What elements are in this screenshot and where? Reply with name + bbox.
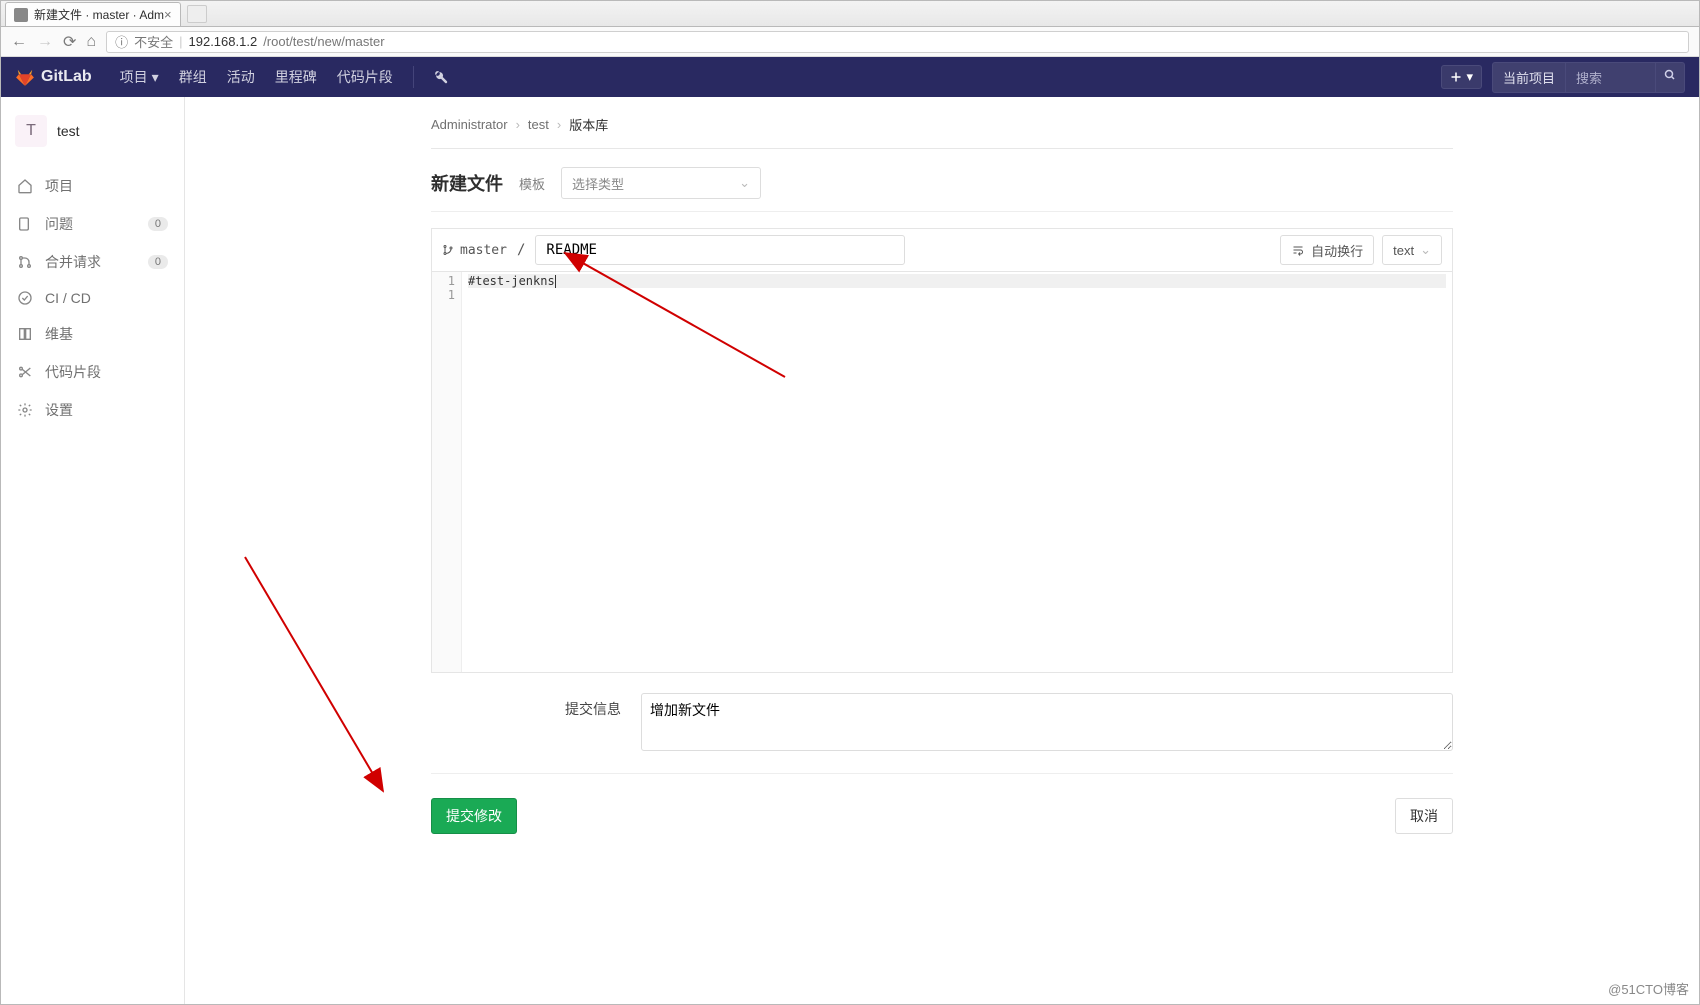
- breadcrumb-item[interactable]: Administrator: [431, 117, 508, 132]
- editor-gutter: 11: [432, 272, 462, 672]
- gitlab-logo[interactable]: GitLab: [15, 67, 92, 87]
- nav-groups[interactable]: 群组: [169, 57, 217, 97]
- tab-title: 新建文件 · master · Adm: [34, 6, 164, 23]
- sidebar-item-label: 项目: [45, 176, 73, 196]
- mr-count-badge: 0: [148, 255, 168, 269]
- text-cursor: [555, 275, 556, 288]
- nav-activity[interactable]: 活动: [217, 57, 265, 97]
- browser-address-bar: ← → ⟳ ⌂ ⓘ 不安全 | 192.168.1.2/root/test/ne…: [1, 27, 1699, 57]
- page-title: 新建文件: [431, 170, 503, 196]
- branch-indicator: master: [442, 243, 507, 258]
- breadcrumb-current: 版本库: [569, 115, 608, 134]
- issues-count-badge: 0: [148, 217, 168, 231]
- template-select[interactable]: 选择类型 ⌄: [561, 167, 761, 199]
- sidebar-item-label: 问题: [45, 214, 73, 234]
- lang-select-button[interactable]: text ⌄: [1382, 235, 1442, 265]
- project-avatar: T: [15, 115, 47, 147]
- plus-icon: [1450, 71, 1462, 83]
- forward-icon[interactable]: →: [37, 33, 53, 51]
- chevron-down-icon: ▾: [152, 69, 159, 86]
- nav-snippets[interactable]: 代码片段: [327, 57, 403, 97]
- merge-icon: [17, 254, 33, 270]
- brand-text: GitLab: [41, 68, 92, 86]
- home-icon[interactable]: ⌂: [86, 33, 96, 51]
- chevron-down-icon: ▾: [1466, 69, 1473, 85]
- security-label: 不安全: [134, 32, 173, 51]
- url-path: /root/test/new/master: [263, 34, 384, 49]
- commit-message-input[interactable]: [641, 693, 1453, 751]
- sidebar-item-label: 合并请求: [45, 252, 101, 272]
- sidebar-item-label: 代码片段: [45, 362, 101, 382]
- project-name: test: [57, 123, 80, 139]
- breadcrumb: Administrator › test › 版本库: [431, 115, 1453, 149]
- browser-tab-strip: 新建文件 · master · Adm ×: [1, 1, 1699, 27]
- nav-projects[interactable]: 项目▾: [110, 57, 169, 97]
- chevron-down-icon: ⌄: [739, 175, 750, 191]
- nav-admin-icon[interactable]: [424, 57, 458, 97]
- scissors-icon: [17, 364, 33, 380]
- browser-tab[interactable]: 新建文件 · master · Adm ×: [5, 2, 181, 26]
- gear-icon: [17, 402, 33, 418]
- book-icon: [17, 326, 33, 342]
- wrench-icon: [434, 70, 448, 84]
- url-input[interactable]: ⓘ 不安全 | 192.168.1.2/root/test/new/master: [106, 31, 1689, 53]
- tab-favicon-icon: [14, 8, 28, 22]
- sidebar-item-merge-requests[interactable]: 合并请求 0: [1, 243, 184, 281]
- sidebar-item-snippets[interactable]: 代码片段: [1, 353, 184, 391]
- search-icon[interactable]: [1656, 62, 1685, 93]
- watermark: @51CTO博客: [1608, 979, 1689, 998]
- soft-wrap-button[interactable]: 自动换行: [1280, 235, 1374, 265]
- file-editor: master / 自动换行 text ⌄: [431, 228, 1453, 673]
- submit-button[interactable]: 提交修改: [431, 798, 517, 834]
- sidebar-project-header[interactable]: T test: [1, 107, 184, 161]
- main-content: Administrator › test › 版本库 新建文件 模板 选择类型 …: [417, 97, 1467, 854]
- reload-icon[interactable]: ⟳: [63, 32, 76, 52]
- sidebar-item-label: 维基: [45, 324, 73, 344]
- nav-milestones[interactable]: 里程碑: [265, 57, 327, 97]
- current-project-label[interactable]: 当前项目: [1492, 62, 1566, 93]
- new-dropdown-button[interactable]: ▾: [1441, 65, 1482, 89]
- url-host: 192.168.1.2: [189, 34, 258, 49]
- sidebar-item-label: CI / CD: [45, 290, 91, 306]
- sidebar-item-settings[interactable]: 设置: [1, 391, 184, 429]
- breadcrumb-item[interactable]: test: [528, 117, 549, 132]
- new-tab-button[interactable]: [187, 5, 207, 23]
- tab-close-icon[interactable]: ×: [164, 7, 172, 22]
- project-sidebar: T test 项目 问题 0 合并请求 0 CI / CD: [1, 97, 185, 1005]
- sidebar-item-issues[interactable]: 问题 0: [1, 205, 184, 243]
- issue-icon: [17, 216, 33, 232]
- search-input[interactable]: 搜索: [1566, 62, 1656, 93]
- wrap-icon: [1291, 244, 1305, 256]
- gitlab-navbar: GitLab 项目▾ 群组 活动 里程碑 代码片段 ▾ 当前项目 搜索: [1, 57, 1699, 97]
- commit-message-label: 提交信息: [561, 693, 621, 719]
- cicd-icon: [17, 290, 33, 306]
- filename-input[interactable]: [535, 235, 905, 265]
- cancel-button[interactable]: 取消: [1395, 798, 1453, 834]
- sidebar-item-cicd[interactable]: CI / CD: [1, 281, 184, 315]
- sidebar-item-project[interactable]: 项目: [1, 167, 184, 205]
- home-icon: [17, 178, 33, 194]
- sidebar-item-label: 设置: [45, 400, 73, 420]
- back-icon[interactable]: ←: [11, 33, 27, 51]
- tanuki-icon: [15, 67, 35, 87]
- template-label: 模板: [519, 174, 545, 193]
- path-separator: /: [517, 242, 525, 258]
- code-editor[interactable]: #test-jenkns: [462, 272, 1452, 672]
- chevron-down-icon: ⌄: [1420, 242, 1431, 258]
- branch-icon: [442, 243, 454, 257]
- sidebar-item-wiki[interactable]: 维基: [1, 315, 184, 353]
- info-icon: ⓘ: [115, 32, 128, 51]
